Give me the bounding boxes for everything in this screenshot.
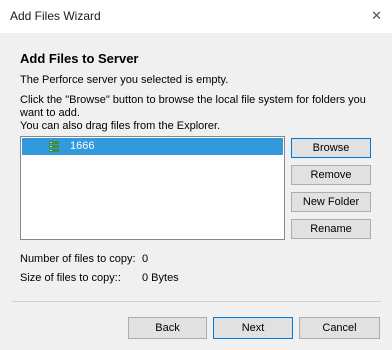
cancel-button[interactable]: Cancel bbox=[299, 317, 380, 339]
browse-instruction-line2: want to add. bbox=[20, 107, 80, 119]
cancel-button-label: Cancel bbox=[322, 322, 357, 334]
remove-button[interactable]: Remove bbox=[291, 165, 371, 185]
list-item[interactable]: 1666 bbox=[22, 138, 283, 155]
folder-list[interactable]: 1666 bbox=[20, 136, 285, 240]
new-folder-button[interactable]: New Folder bbox=[291, 192, 371, 212]
new-folder-button-label: New Folder bbox=[302, 196, 360, 208]
browse-instruction-line1: Click the "Browse" button to browse the … bbox=[20, 94, 366, 106]
size-to-copy-value: 0 Bytes bbox=[142, 272, 179, 284]
page-title: Add Files to Server bbox=[20, 51, 139, 66]
title-bar: Add Files Wizard ✕ bbox=[0, 0, 392, 33]
back-button-label: Back bbox=[155, 322, 180, 334]
size-to-copy-label: Size of files to copy:: bbox=[20, 272, 121, 284]
next-button-label: Next bbox=[241, 322, 265, 334]
browse-button-label: Browse bbox=[312, 142, 350, 154]
browse-button[interactable]: Browse bbox=[291, 138, 371, 158]
footer-divider bbox=[12, 301, 381, 302]
rename-button[interactable]: Rename bbox=[291, 219, 371, 239]
files-to-copy-value: 0 bbox=[142, 253, 149, 265]
window-title: Add Files Wizard bbox=[10, 9, 101, 23]
files-to-copy-label: Number of files to copy: bbox=[20, 253, 136, 265]
back-button[interactable]: Back bbox=[128, 317, 207, 339]
remove-button-label: Remove bbox=[310, 169, 352, 181]
rename-button-label: Rename bbox=[310, 223, 352, 235]
list-item-label: 1666 bbox=[70, 140, 95, 152]
server-icon bbox=[49, 141, 59, 152]
empty-server-message: The Perforce server you selected is empt… bbox=[20, 74, 229, 86]
drag-instruction: You can also drag files from the Explore… bbox=[20, 120, 221, 132]
close-icon[interactable]: ✕ bbox=[371, 8, 382, 24]
next-button[interactable]: Next bbox=[213, 317, 293, 339]
